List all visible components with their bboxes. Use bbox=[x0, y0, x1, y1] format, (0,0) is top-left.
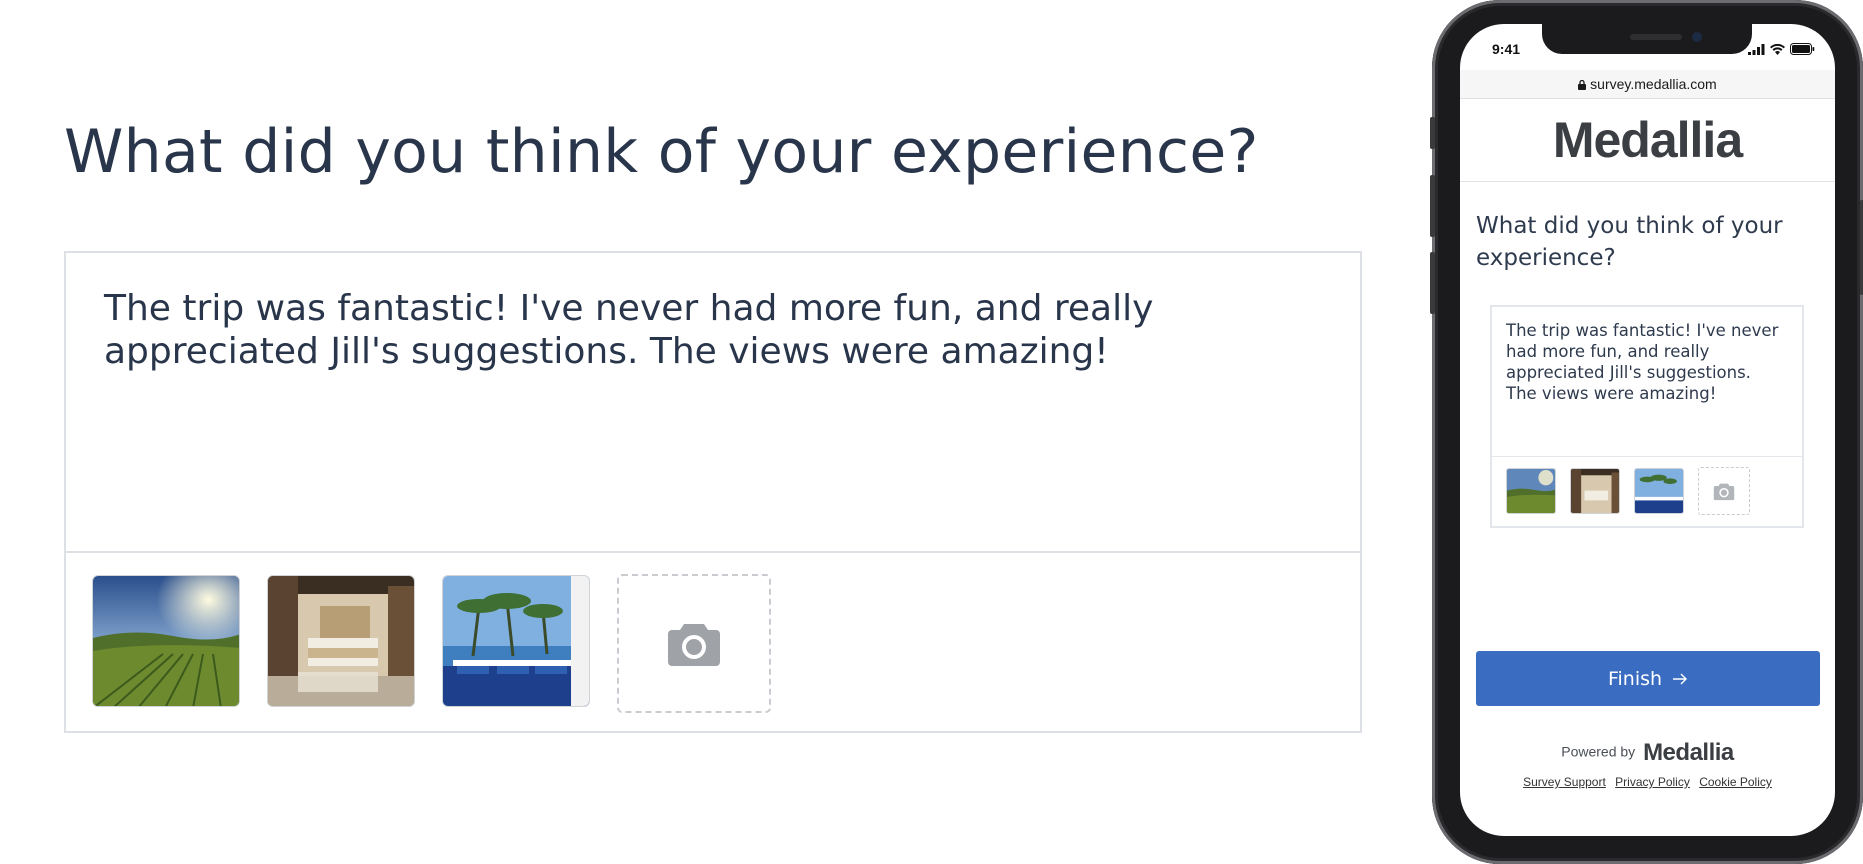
powered-by-label: Powered by bbox=[1561, 743, 1636, 760]
mobile-feedback-card: The trip was fantastic! I've never had m… bbox=[1490, 305, 1804, 528]
volume-down-button bbox=[1430, 252, 1435, 314]
mobile-photo-thumbnail-hotel-room[interactable] bbox=[1570, 468, 1620, 514]
photo-strip bbox=[92, 574, 771, 713]
mobile-feedback-text-area[interactable]: The trip was fantastic! I've never had m… bbox=[1506, 320, 1786, 404]
phone-mockup: 9:41 survey.medallia.com Medallia What d… bbox=[1430, 0, 1863, 864]
mute-switch bbox=[1430, 117, 1435, 149]
volume-up-button bbox=[1430, 175, 1435, 237]
hotel-room-photo bbox=[268, 576, 414, 706]
privacy-policy-link[interactable]: Privacy Policy bbox=[1615, 775, 1690, 789]
photo-thumbnail-pool-deck[interactable] bbox=[442, 575, 590, 707]
mobile-add-photo-button[interactable] bbox=[1698, 467, 1750, 515]
pool-deck-photo bbox=[1635, 469, 1683, 513]
cookie-policy-link[interactable]: Cookie Policy bbox=[1699, 775, 1772, 789]
divider bbox=[66, 551, 1360, 553]
status-bar: 9:41 bbox=[1460, 24, 1835, 70]
wifi-icon bbox=[1770, 43, 1785, 55]
pool-deck-photo bbox=[443, 576, 589, 706]
finish-button-label: Finish bbox=[1607, 667, 1663, 690]
powered-by-logo: Medallia bbox=[1643, 739, 1734, 766]
arrow-right-icon bbox=[1673, 673, 1688, 684]
mobile-photo-strip bbox=[1506, 467, 1750, 515]
photo-thumbnail-vineyard[interactable] bbox=[92, 575, 240, 707]
camera-icon bbox=[668, 623, 720, 666]
battery-icon bbox=[1790, 43, 1815, 55]
vineyard-photo bbox=[1507, 469, 1555, 513]
mobile-question-title: What did you think of your experience? bbox=[1476, 213, 1783, 271]
hotel-room-photo bbox=[1571, 469, 1619, 513]
header-logo-bar: Medallia bbox=[1460, 99, 1835, 182]
vineyard-photo bbox=[93, 576, 239, 706]
survey-support-link[interactable]: Survey Support bbox=[1523, 775, 1606, 789]
brand-logo: Medallia bbox=[1552, 112, 1743, 168]
status-time: 9:41 bbox=[1492, 41, 1521, 57]
finish-button[interactable]: Finish bbox=[1476, 651, 1820, 706]
notch bbox=[1542, 24, 1752, 54]
url-text: survey.medallia.com bbox=[1590, 76, 1717, 92]
divider bbox=[1492, 456, 1802, 457]
footer-links: Survey Support Privacy Policy Cookie Pol… bbox=[1460, 775, 1835, 789]
camera-icon bbox=[1713, 483, 1735, 500]
cellular-signal-icon bbox=[1748, 43, 1765, 55]
add-photo-button[interactable] bbox=[617, 574, 771, 713]
page-title: What did you think of your experience? bbox=[64, 117, 1259, 187]
photo-thumbnail-hotel-room[interactable] bbox=[267, 575, 415, 707]
feedback-card: The trip was fantastic! I've never had m… bbox=[64, 251, 1362, 733]
phone-screen: 9:41 survey.medallia.com Medallia What d… bbox=[1460, 24, 1835, 836]
mobile-photo-thumbnail-pool-deck[interactable] bbox=[1634, 468, 1684, 514]
address-bar[interactable]: survey.medallia.com bbox=[1460, 70, 1835, 99]
powered-by: Powered by Medallia bbox=[1460, 739, 1835, 767]
lock-icon bbox=[1578, 79, 1587, 90]
mobile-photo-thumbnail-vineyard[interactable] bbox=[1506, 468, 1556, 514]
feedback-text-area[interactable]: The trip was fantastic! I've never had m… bbox=[104, 287, 1304, 373]
